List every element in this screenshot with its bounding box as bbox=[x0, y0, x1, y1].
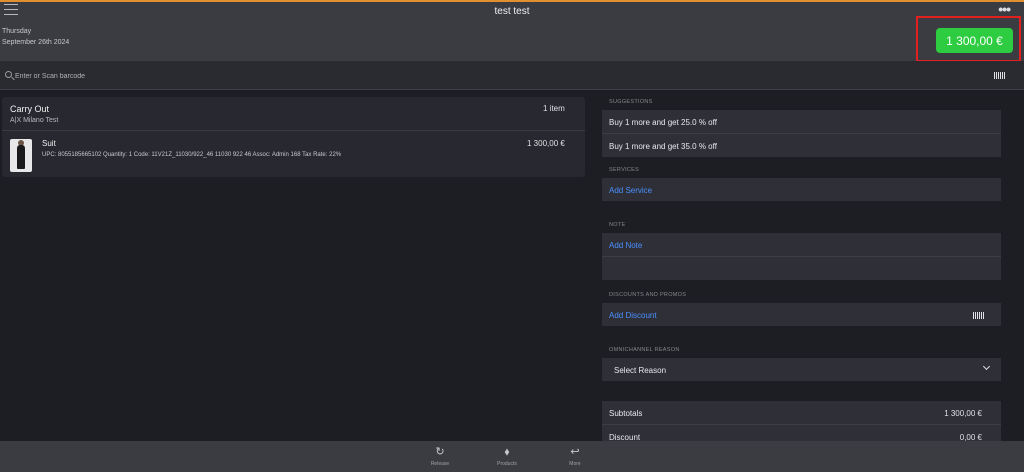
item-price: 1 300,00 € bbox=[527, 139, 565, 148]
select-reason-text: Select Reason bbox=[614, 366, 667, 375]
tab-label: More bbox=[569, 461, 581, 467]
search-input[interactable] bbox=[15, 68, 515, 84]
tab-release[interactable]: ↻ Release bbox=[420, 446, 460, 467]
header-day: Thursday bbox=[2, 28, 32, 35]
tab-more[interactable]: ↩ More bbox=[555, 446, 595, 467]
suggestion-text-1: Buy 1 more and get 25.0 % off bbox=[609, 118, 717, 127]
tags-icon: ⬧ bbox=[504, 446, 510, 458]
tab-label: Products bbox=[497, 461, 517, 467]
header-date: September 26th 2024 bbox=[2, 39, 70, 46]
tab-label: Release bbox=[430, 461, 450, 467]
reply-icon: ↩ bbox=[570, 446, 580, 458]
totals-divider bbox=[602, 424, 1001, 425]
store-name: A|X Milano Test bbox=[10, 117, 59, 124]
search-icon bbox=[5, 71, 12, 78]
subtotals-label: Subtotals bbox=[609, 409, 643, 418]
note-label: NOTE bbox=[609, 222, 626, 228]
item-details: UPC: 8055185665102 Quantity: 1 Code: 11V… bbox=[42, 152, 342, 158]
subtotals-value: 1 300,00 € bbox=[944, 409, 982, 418]
note-divider bbox=[602, 256, 1001, 257]
cart-card bbox=[2, 97, 585, 177]
refresh-icon: ↻ bbox=[435, 446, 445, 458]
item-count: 1 item bbox=[543, 104, 565, 113]
discounts-label: DISCOUNTS AND PROMOS bbox=[609, 292, 687, 298]
omnichannel-label: OMNICHANNEL REASON bbox=[609, 347, 680, 353]
item-name[interactable]: Suit bbox=[42, 139, 56, 148]
suggestion-text-2: Buy 1 more and get 35.0 % off bbox=[609, 142, 717, 151]
services-row bbox=[602, 178, 1001, 201]
add-note-link[interactable]: Add Note bbox=[609, 241, 642, 250]
add-discount-link[interactable]: Add Discount bbox=[609, 311, 657, 320]
tab-products[interactable]: ⬧ Products bbox=[487, 446, 527, 467]
discounts-row bbox=[602, 303, 1001, 326]
barcode-scan-icon[interactable] bbox=[994, 72, 1005, 79]
services-label: SERVICES bbox=[609, 167, 640, 173]
cart-type: Carry Out bbox=[10, 104, 50, 114]
product-thumbnail[interactable] bbox=[10, 139, 32, 172]
page-title: test test bbox=[494, 6, 530, 17]
add-service-link[interactable]: Add Service bbox=[609, 186, 652, 195]
discount-barcode-icon[interactable] bbox=[973, 312, 984, 319]
cart-divider bbox=[2, 130, 585, 131]
suggestions-label: SUGGESTIONS bbox=[609, 99, 653, 105]
more-options-icon[interactable]: ••• bbox=[998, 1, 1011, 17]
total-button[interactable]: 1 300,00 € bbox=[936, 28, 1013, 53]
